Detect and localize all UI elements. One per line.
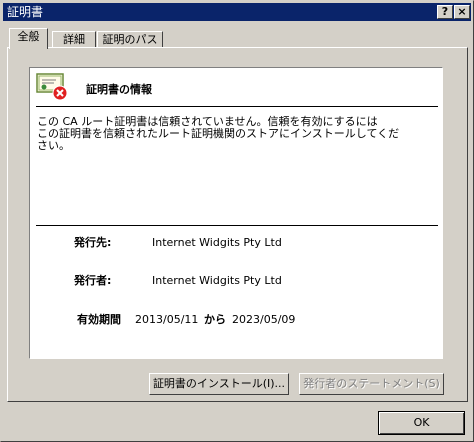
install-certificate-button[interactable]: 証明書のインストール(I)...	[149, 373, 289, 395]
tab-certification-path-label: 証明のパス	[102, 33, 158, 46]
issued-by-label: 発行者:	[74, 274, 112, 287]
title-bar[interactable]: 証明書 ? ×	[3, 3, 471, 21]
close-button[interactable]: ×	[454, 5, 470, 19]
warning-line-2: この証明書を信頼されたルート証明機関のストアにインストールしてくだ	[37, 127, 400, 140]
window-title: 証明書	[7, 5, 44, 19]
certificate-error-icon	[36, 73, 68, 101]
validity-label: 有効期間	[77, 313, 121, 326]
tab-details-label: 詳細	[63, 33, 85, 46]
validity-to-word: から	[204, 313, 226, 326]
help-button[interactable]: ?	[437, 5, 453, 19]
details-divider	[36, 225, 438, 226]
issuer-statement-button[interactable]: 発行者のステートメント(S)	[299, 373, 444, 395]
heading-divider	[36, 106, 438, 107]
ok-button[interactable]: OK	[378, 411, 465, 435]
issued-by-value: Internet Widgits Pty Ltd	[152, 274, 282, 287]
certificate-dialog: 証明書 ? × 全般 詳細 証明のパス 証明書の情報 この CA ルート証明書は…	[0, 0, 474, 442]
info-heading: 証明書の情報	[86, 83, 152, 96]
certificate-info-box: 証明書の情報 この CA ルート証明書は信頼されていません。信頼を有効にするには…	[29, 67, 443, 359]
valid-from-date: 2013/05/11	[135, 313, 199, 326]
tab-general[interactable]: 全般	[9, 28, 48, 49]
tab-general-label: 全般	[17, 30, 40, 43]
issued-to-value: Internet Widgits Pty Ltd	[152, 236, 282, 249]
issued-to-label: 発行先:	[74, 236, 112, 249]
warning-line-3: さい。	[37, 139, 70, 152]
valid-to-date: 2023/05/09	[232, 313, 296, 326]
